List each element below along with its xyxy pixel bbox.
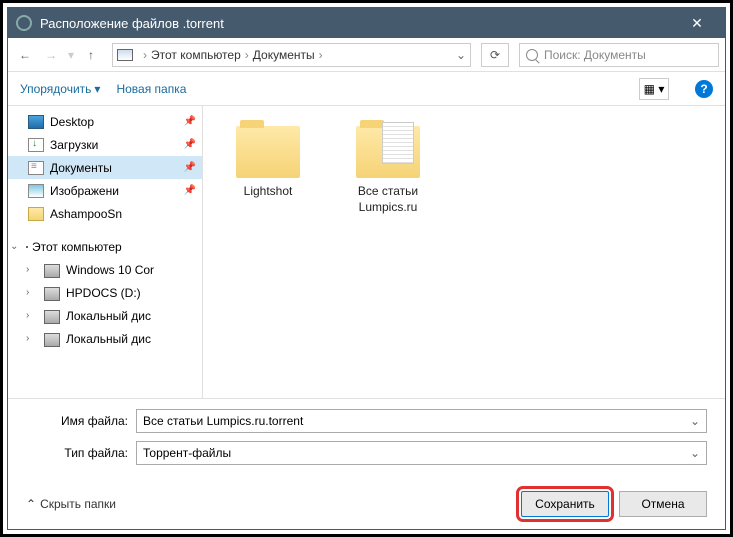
address-dropdown-icon[interactable]: ⌄ <box>456 48 466 62</box>
nav-back-button[interactable]: ← <box>14 44 36 66</box>
hide-folders-button[interactable]: ⌃ Скрыть папки <box>26 497 116 511</box>
sidebar-item-ashampoo[interactable]: AshampooSn <box>8 202 202 225</box>
breadcrumb-folder[interactable]: Документы <box>253 48 315 62</box>
sidebar-item-this-pc[interactable]: ⌄ Этот компьютер <box>8 235 202 258</box>
chevron-down-icon[interactable]: ⌄ <box>690 414 700 428</box>
sidebar-item-drive[interactable]: › HPDOCS (D:) <box>8 281 202 304</box>
sidebar-item-documents[interactable]: Документы 📌 <box>8 156 202 179</box>
chevron-right-icon: › <box>26 264 38 275</box>
save-button[interactable]: Сохранить <box>521 491 609 517</box>
pc-icon <box>117 49 133 61</box>
pin-icon: 📌 <box>184 185 196 196</box>
images-icon <box>28 184 44 198</box>
drive-icon <box>44 310 60 324</box>
drive-icon <box>44 333 60 347</box>
filename-input[interactable]: Все статьи Lumpics.ru.torrent ⌄ <box>136 409 707 433</box>
folder-icon <box>356 126 420 178</box>
chevron-right-icon: › <box>143 48 147 62</box>
sidebar: Desktop 📌 Загрузки 📌 Документы 📌 Изображ… <box>8 106 203 398</box>
refresh-button[interactable]: ⟳ <box>481 43 509 67</box>
folder-label: Lightshot <box>223 184 313 200</box>
sidebar-item-images[interactable]: Изображени 📌 <box>8 179 202 202</box>
folder-item[interactable]: Lightshot <box>223 126 313 200</box>
close-button[interactable]: ✕ <box>677 15 717 32</box>
new-folder-button[interactable]: Новая папка <box>116 82 186 96</box>
pin-icon: 📌 <box>184 162 196 173</box>
desktop-icon <box>28 115 44 129</box>
folder-icon <box>236 126 300 178</box>
breadcrumb-root[interactable]: Этот компьютер <box>151 48 241 62</box>
file-list[interactable]: Lightshot Все статьи Lumpics.ru <box>203 106 725 398</box>
chevron-right-icon: › <box>26 333 38 344</box>
search-icon <box>526 49 538 61</box>
nav-forward-button[interactable]: → <box>40 44 62 66</box>
chevron-up-icon: ⌃ <box>26 497 36 511</box>
sidebar-item-desktop[interactable]: Desktop 📌 <box>8 110 202 133</box>
downloads-icon <box>28 138 44 152</box>
chevron-down-icon[interactable]: ⌄ <box>690 446 700 460</box>
view-options-button[interactable]: ▦ ▾ <box>639 78 669 100</box>
window-title: Расположение файлов .torrent <box>40 16 677 31</box>
chevron-right-icon: › <box>26 287 38 298</box>
address-bar[interactable]: › Этот компьютер › Документы › ⌄ <box>112 43 471 67</box>
filetype-label: Тип файла: <box>26 446 136 460</box>
filename-label: Имя файла: <box>26 414 136 428</box>
folder-icon <box>28 207 44 221</box>
filetype-select[interactable]: Торрент-файлы ⌄ <box>136 441 707 465</box>
nav-up-button[interactable]: ↑ <box>80 44 102 66</box>
drive-icon <box>44 264 60 278</box>
cancel-button[interactable]: Отмена <box>619 491 707 517</box>
pc-icon <box>26 246 28 248</box>
chevron-right-icon: › <box>26 310 38 321</box>
folder-item[interactable]: Все статьи Lumpics.ru <box>343 126 433 215</box>
sidebar-item-downloads[interactable]: Загрузки 📌 <box>8 133 202 156</box>
chevron-down-icon: ⌄ <box>10 241 22 252</box>
help-button[interactable]: ? <box>695 80 713 98</box>
search-input[interactable]: Поиск: Документы <box>519 43 719 67</box>
sidebar-item-drive[interactable]: › Windows 10 Cor <box>8 258 202 281</box>
search-placeholder: Поиск: Документы <box>544 48 646 62</box>
chevron-right-icon: › <box>319 48 323 62</box>
organize-button[interactable]: Упорядочить▾ <box>20 82 100 96</box>
nav-separator: ▾ <box>68 48 74 62</box>
app-icon <box>16 15 32 31</box>
chevron-down-icon: ▾ <box>94 82 100 96</box>
chevron-right-icon: › <box>245 48 249 62</box>
pin-icon: 📌 <box>184 116 196 127</box>
drive-icon <box>44 287 60 301</box>
sidebar-item-drive[interactable]: › Локальный дис <box>8 304 202 327</box>
folder-label: Все статьи Lumpics.ru <box>343 184 433 215</box>
documents-icon <box>28 161 44 175</box>
sidebar-item-drive[interactable]: › Локальный дис <box>8 327 202 350</box>
pin-icon: 📌 <box>184 139 196 150</box>
